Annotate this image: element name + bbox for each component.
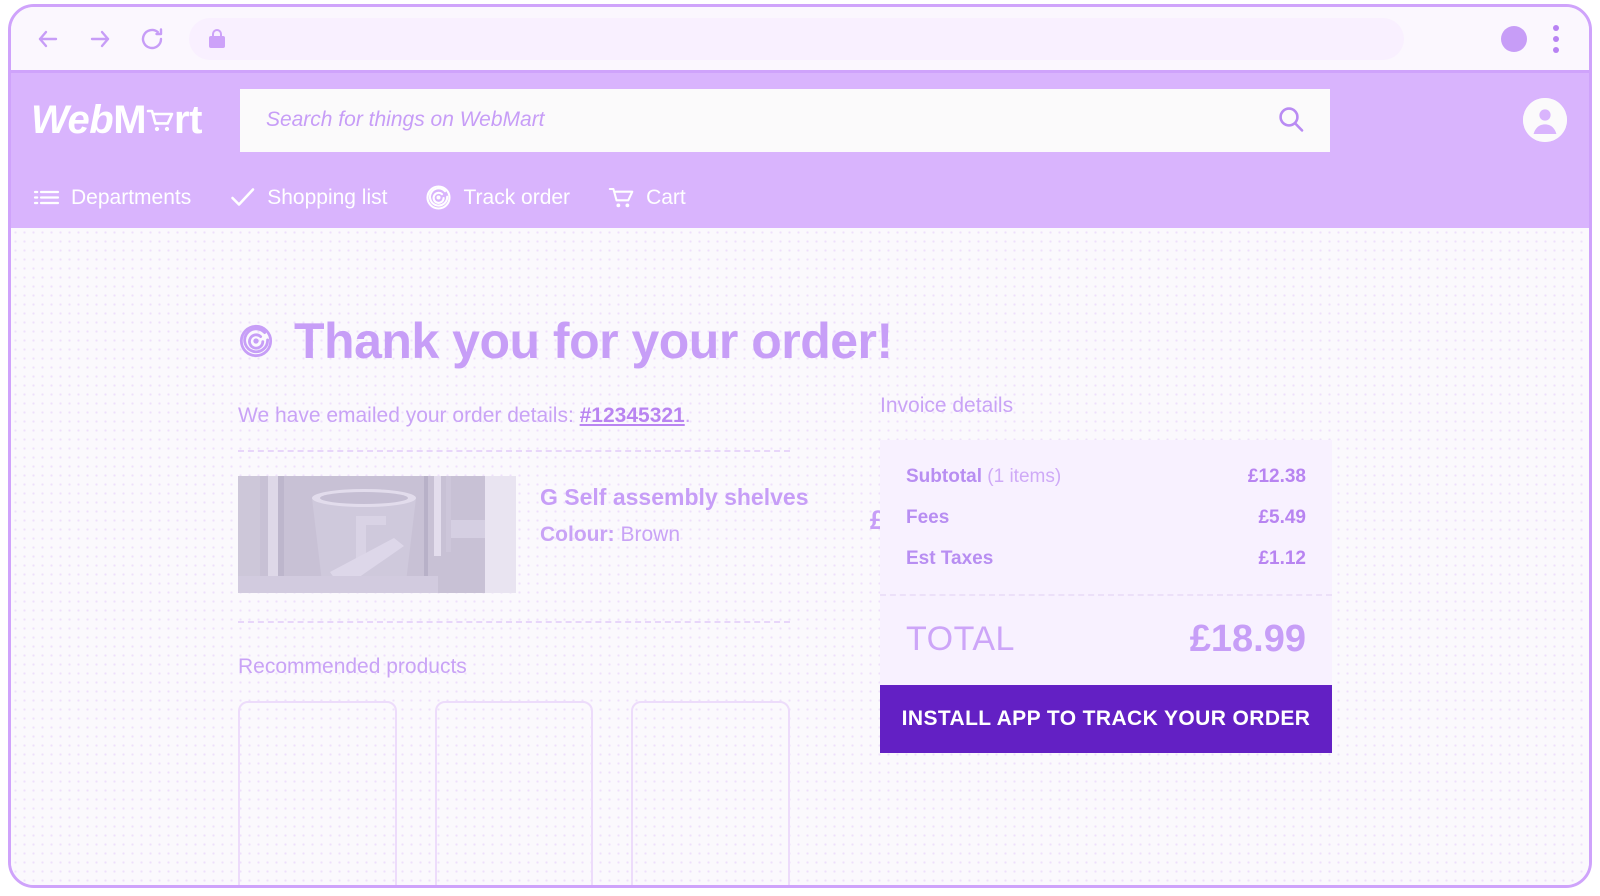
browser-toolbar-right xyxy=(1501,24,1567,53)
site-header: Web Mrt Search for things on WebMart Dep… xyxy=(11,73,1589,228)
invoice-row-taxes: Est Taxes £1.12 xyxy=(906,548,1306,570)
invoice-value-fees: £5.49 xyxy=(1258,507,1306,528)
kebab-menu-icon[interactable] xyxy=(1553,24,1561,53)
search-icon[interactable] xyxy=(1274,103,1308,137)
invoice-row-subtotal: Subtotal (1 items) £12.38 xyxy=(906,466,1306,488)
invoice-total-label: TOTAL xyxy=(906,620,1015,658)
order-id-link[interactable]: #12345321 xyxy=(580,404,685,427)
recommended-products-grid xyxy=(238,701,791,885)
recommended-products-title: Recommended products xyxy=(238,655,467,678)
forward-button[interactable] xyxy=(85,24,115,54)
invoice-details-title: Invoice details xyxy=(880,394,1014,417)
lock-icon xyxy=(209,29,225,48)
sidebar-item-track-order[interactable]: Track order xyxy=(425,184,570,211)
profile-avatar-icon[interactable] xyxy=(1501,25,1527,52)
invoice-value-taxes: £1.12 xyxy=(1258,548,1306,569)
nav-label-cart: Cart xyxy=(646,185,686,209)
target-icon xyxy=(425,184,452,211)
search-bar[interactable] xyxy=(239,88,1330,152)
install-app-button[interactable]: INSTALL APP TO TRACK YOUR ORDER xyxy=(880,685,1332,753)
page-content: Thank you for your order! We have emaile… xyxy=(11,228,1589,885)
nav-label-shopping-list: Shopping list xyxy=(267,185,388,209)
sidebar-item-cart[interactable]: Cart xyxy=(608,184,686,211)
product-image xyxy=(238,476,516,593)
invoice-line-items: Subtotal (1 items) £12.38 Fees £5.49 Est… xyxy=(880,440,1332,596)
invoice-label-subtotal-count: (1 items) xyxy=(982,466,1062,487)
invoice-row-fees: Fees £5.49 xyxy=(906,507,1306,529)
logo-text-web: Web xyxy=(31,97,114,142)
recommended-card-1[interactable] xyxy=(238,701,397,885)
order-summary-column: Thank you for your order! We have emaile… xyxy=(90,312,953,885)
account-circle-icon[interactable] xyxy=(1523,98,1567,142)
browser-nav-buttons xyxy=(33,24,167,54)
site-nav: Departments Shopping list Track order Ca… xyxy=(11,167,1589,228)
shopping-cart-icon xyxy=(145,105,175,135)
page-title-text: Thank you for your order! xyxy=(294,313,893,369)
webmart-logo[interactable]: Web Mrt xyxy=(31,98,202,143)
nav-label-departments: Departments xyxy=(71,185,192,209)
product-variant-label: Colour: xyxy=(540,523,615,546)
divider-bottom xyxy=(238,621,790,623)
sidebar-item-shopping-list[interactable]: Shopping list xyxy=(229,184,387,211)
nav-label-track-order: Track order xyxy=(463,185,571,209)
invoice-card: Subtotal (1 items) £12.38 Fees £5.49 Est… xyxy=(880,440,1332,685)
back-button[interactable] xyxy=(33,24,63,54)
invoice-label-subtotal: Subtotal (1 items) xyxy=(906,466,1061,488)
logo-text-rt: rt xyxy=(174,97,202,142)
invoice-value-subtotal: £12.38 xyxy=(1247,466,1306,487)
invoice-total-value: £18.99 xyxy=(1189,618,1306,660)
browser-window: Web Mrt Search for things on WebMart Dep… xyxy=(8,4,1592,888)
address-bar[interactable] xyxy=(189,17,1404,60)
recommended-card-2[interactable] xyxy=(434,701,594,885)
recommended-card-3[interactable] xyxy=(631,701,791,885)
site-header-top: Web Mrt xyxy=(11,73,1589,167)
order-email-prefix: We have emailed your order details: xyxy=(238,404,580,427)
target-icon xyxy=(238,323,274,359)
shopping-cart-icon xyxy=(608,184,635,211)
order-email-suffix: . xyxy=(684,404,691,427)
order-line-item: G Self assembly shelves Colour: Brown £5… xyxy=(238,452,953,621)
product-details: G Self assembly shelves Colour: Brown xyxy=(540,476,809,547)
list-menu-icon xyxy=(33,184,60,211)
product-variant-value: Brown xyxy=(620,523,681,546)
invoice-label-fees: Fees xyxy=(906,507,950,528)
check-icon xyxy=(229,184,256,211)
search-input[interactable] xyxy=(265,108,1274,132)
product-variant: Colour: Brown xyxy=(540,523,809,547)
invoice-label-subtotal-text: Subtotal xyxy=(906,466,982,487)
page-title: Thank you for your order! xyxy=(238,312,893,370)
order-email-notice: We have emailed your order details: #123… xyxy=(238,404,790,428)
product-title[interactable]: G Self assembly shelves xyxy=(540,484,809,511)
reload-button[interactable] xyxy=(137,24,167,54)
logo-text-m: M xyxy=(113,97,147,142)
browser-toolbar xyxy=(11,7,1589,73)
invoice-label-taxes: Est Taxes xyxy=(906,548,994,569)
invoice-column: Invoice details Subtotal (1 items) £12.3… xyxy=(880,312,1350,885)
sidebar-item-departments[interactable]: Departments xyxy=(33,184,191,211)
invoice-total-row: TOTAL £18.99 xyxy=(880,596,1332,685)
